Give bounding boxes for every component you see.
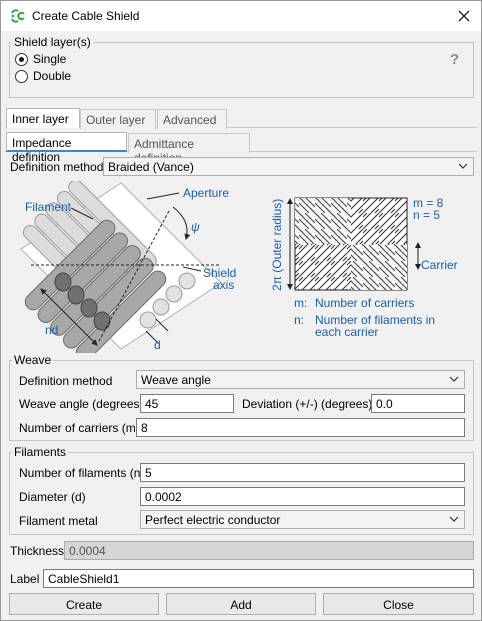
n-value-label: n = 5: [413, 208, 440, 222]
carriers-label: Number of carriers (m): [19, 421, 140, 435]
aperture-label: Aperture: [183, 186, 229, 200]
weave-legend: Weave: [14, 353, 52, 367]
label-field-label: Label: [10, 572, 40, 586]
legend-m-key: m:: [294, 296, 307, 310]
filament-count-label: Number of filaments (n): [19, 466, 145, 480]
label-input[interactable]: CableShield1: [43, 569, 474, 588]
tab-advanced[interactable]: Advanced: [157, 109, 227, 129]
weave-method-value: Weave angle: [141, 373, 211, 387]
diameter-input[interactable]: 0.0002: [140, 487, 465, 506]
thickness-input: 0.0004: [64, 541, 474, 560]
weave-angle-input[interactable]: 45: [140, 394, 234, 413]
deviation-label: Deviation (+/-) (degrees): [242, 397, 373, 411]
nd-label: nd: [45, 323, 58, 337]
shield-axis-label-2: axis: [213, 278, 234, 292]
title-bar: Create Cable Shield: [1, 1, 481, 31]
braided-shield-diagram: Filament Aperture ψ Shield axis nd d 2π …: [20, 181, 458, 353]
chevron-down-icon: [458, 163, 468, 169]
cable-logo-icon: [11, 9, 25, 23]
create-cable-shield-dialog: Create Cable Shield Shield layer(s) Sing…: [0, 0, 482, 621]
radio-double[interactable]: Double: [15, 69, 71, 83]
create-button[interactable]: Create: [9, 593, 159, 615]
diameter-label: Diameter (d): [19, 490, 86, 504]
tab-outer-layer[interactable]: Outer layer: [80, 109, 156, 129]
radio-single-label: Single: [33, 52, 67, 66]
shield-layers-legend: Shield layer(s): [14, 35, 91, 49]
filament-metal-select[interactable]: Perfect electric conductor: [140, 510, 465, 529]
weave-method-label: Definition method: [19, 374, 113, 388]
help-icon[interactable]: ?: [450, 51, 459, 68]
radio-single-indicator[interactable]: [15, 52, 28, 66]
definition-method-select[interactable]: Braided (Vance): [103, 157, 474, 176]
carrier-weave-illustration: [287, 197, 421, 291]
filament-count-input[interactable]: 5: [140, 463, 465, 482]
tab-inner-layer[interactable]: Inner layer: [6, 108, 80, 128]
definition-method-value: Braided (Vance): [108, 160, 194, 174]
chevron-down-icon: [449, 376, 459, 382]
close-icon[interactable]: [456, 8, 472, 24]
legend-m-text: Number of carriers: [315, 296, 414, 310]
radio-double-label: Double: [33, 69, 72, 83]
weave-angle-label: Weave angle (degrees): [19, 397, 144, 411]
radio-double-indicator[interactable]: [15, 69, 28, 83]
legend-n-key: n:: [294, 313, 304, 327]
definition-method-label: Definition method: [10, 160, 104, 174]
d-label: d: [154, 338, 161, 352]
legend-n-text-2: each carrier: [315, 325, 378, 339]
weave-method-select[interactable]: Weave angle: [136, 370, 465, 389]
filaments-legend: Filaments: [14, 445, 67, 459]
carriers-input[interactable]: 8: [136, 418, 465, 437]
outer-radius-label: 2π (Outer radius): [270, 199, 284, 291]
filament-label: Filament: [25, 200, 72, 214]
shield-layers-group: Shield layer(s): [9, 35, 474, 98]
chevron-down-icon: [449, 516, 459, 522]
deviation-input[interactable]: 0.0: [371, 394, 465, 413]
close-button[interactable]: Close: [323, 593, 474, 615]
window-title: Create Cable Shield: [32, 9, 140, 23]
tab-impedance-definition[interactable]: Impedance definition: [6, 132, 127, 164]
tab-admittance-definition[interactable]: Admittance definition: [128, 133, 250, 165]
carrier-label: Carrier: [421, 258, 458, 272]
radio-single[interactable]: Single: [15, 52, 66, 66]
filament-metal-value: Perfect electric conductor: [145, 513, 281, 527]
psi-label: ψ: [191, 220, 200, 234]
filament-metal-label: Filament metal: [19, 514, 98, 528]
add-button[interactable]: Add: [166, 593, 316, 615]
thickness-label: Thickness: [10, 544, 65, 558]
